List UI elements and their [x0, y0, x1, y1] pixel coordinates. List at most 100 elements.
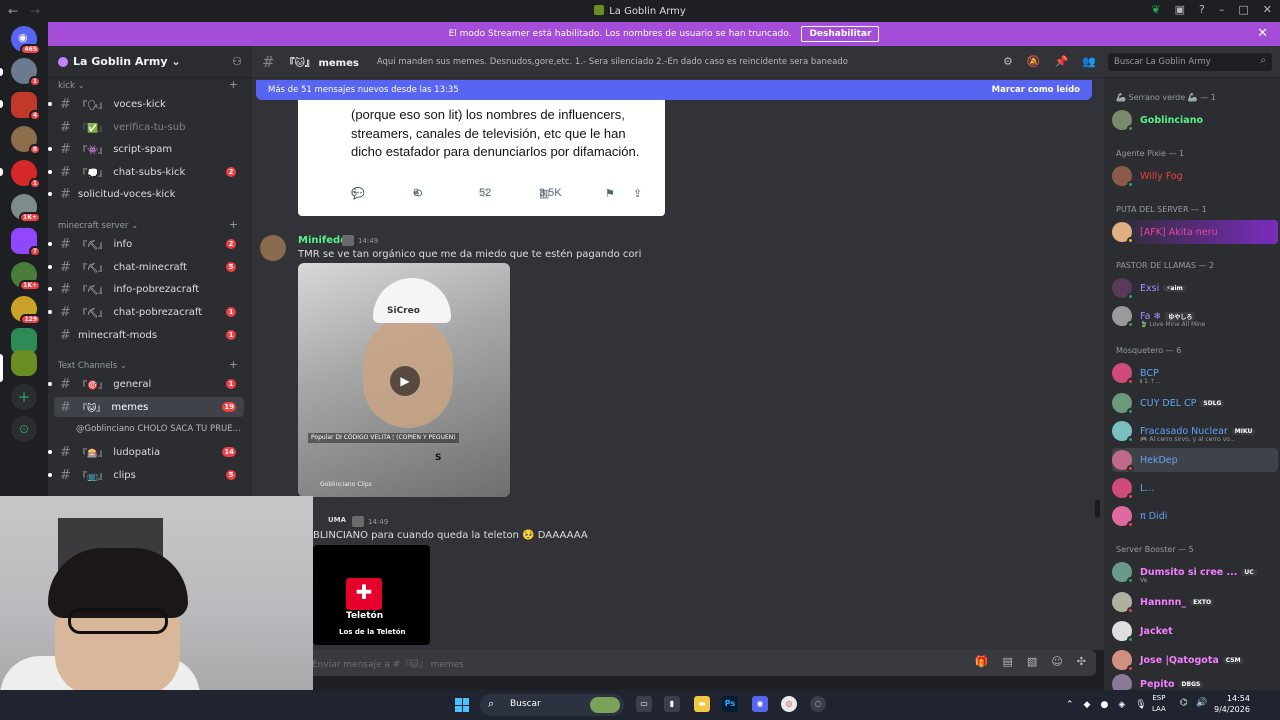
channel-memes[interactable]: # 『🐱』 memes 19 — [54, 397, 244, 417]
chrome-icon[interactable]: ◎ — [781, 696, 797, 712]
member-item[interactable]: CUY DEL CP SDLG — [1112, 391, 1278, 415]
explore-icon[interactable]: ⊙ — [11, 416, 37, 442]
task-view-icon[interactable]: ▭ — [636, 696, 652, 712]
server-icon-5[interactable]: 1K+ — [11, 194, 41, 223]
help-icon[interactable]: ? — [1199, 3, 1205, 16]
channel-chat-minecraft[interactable]: # 『⛏』 chat-minecraft 5 — [48, 257, 244, 277]
video-attachment[interactable]: SiCreo ▶ Popular DI CÓDIGO VELITA 🕯 (COP… — [298, 263, 510, 497]
channel-general[interactable]: # 『🎯』 general 1 — [48, 374, 244, 394]
threads-icon[interactable]: ⚙ — [1003, 55, 1013, 68]
channel-script-spam[interactable]: # 『👾』 script-spam — [48, 139, 244, 159]
banner-close-icon[interactable]: ✕ — [1257, 26, 1268, 41]
channel-verifica-tu-sub[interactable]: # 『✅』 verifica-tu-sub — [54, 117, 244, 137]
mute-bell-icon[interactable]: 🔕 — [1027, 55, 1041, 68]
server-icon-8[interactable]: 129 — [11, 296, 41, 325]
microphone-icon[interactable]: 🎙 — [1135, 700, 1146, 710]
add-channel-icon[interactable]: + — [229, 218, 238, 231]
member-item[interactable]: Exsi ⚡aim — [1112, 276, 1278, 300]
server-icon-2[interactable]: 4 — [11, 92, 41, 121]
member-item[interactable]: Hannnn_ EXTO — [1112, 590, 1278, 614]
taskbar-clock[interactable]: 14:54 9/4/2026 — [1214, 693, 1250, 715]
message-input[interactable]: Enviar mensaje a #『🐱』 memes 🎁 ▤ ▧ ☺ ✣ — [300, 650, 1096, 676]
member-item[interactable]: BCP ℹ 1 ↑... — [1112, 361, 1278, 385]
windows-start-icon[interactable] — [455, 698, 469, 712]
channel-info[interactable]: # 『⛏』 info 2 — [48, 234, 244, 254]
photoshop-icon[interactable]: Ps — [722, 696, 738, 712]
emoji-icon[interactable]: ☺ — [1051, 655, 1062, 668]
server-icon-3[interactable]: 8 — [11, 126, 41, 155]
language-indicator[interactable]: ESP LAA — [1152, 693, 1166, 715]
channel-clips[interactable]: # 『📺』 clips 5 — [48, 465, 244, 485]
close-window-icon[interactable]: ✕ — [1263, 3, 1272, 16]
member-item[interactable]: Fracasado Nuclear MIKU 🎮 Al cerro sirvo, y… — [1112, 419, 1278, 443]
category-text-channels[interactable]: Text Channels ⌄ + — [58, 358, 238, 371]
server-header[interactable]: La Goblin Army ⌄ ⚇ — [48, 46, 252, 78]
server-icon-7[interactable]: 1K+ — [11, 262, 41, 291]
share-icon[interactable]: ⇪ — [633, 187, 642, 200]
member-list-icon[interactable]: 👥 — [1082, 55, 1096, 68]
member-item[interactable]: Dumsito si cree ... UC Ve — [1112, 560, 1278, 584]
disable-streamer-button[interactable]: Deshabilitar — [801, 26, 880, 42]
add-server-icon[interactable]: + — [11, 384, 37, 410]
thread-item[interactable]: @Goblinciano CHOLO SACA TU PRUE... — [76, 424, 241, 434]
app-icon[interactable]: ▮ — [664, 696, 680, 712]
member-item[interactable]: HekDep — [1112, 448, 1278, 472]
network-icon[interactable]: ⌬ — [1180, 698, 1188, 708]
category-kick[interactable]: kick ⌄ + — [58, 78, 238, 91]
file-explorer-icon[interactable]: ▬ — [694, 696, 710, 712]
channel-info-pobrezacraft[interactable]: # 『⛏』 info-pobrezacraft — [48, 279, 244, 299]
avatar[interactable] — [260, 235, 286, 261]
gift-icon[interactable]: 🎁 — [975, 655, 989, 668]
goblin-army-server-icon[interactable] — [11, 350, 37, 376]
channel-topic[interactable]: Aqui manden sus memes. Desnudos,gore,etc… — [377, 57, 848, 67]
member-item[interactable]: Pepito DBGS — [1112, 672, 1278, 690]
category-minecraft-server[interactable]: minecraft server ⌄ + — [58, 218, 238, 231]
app-icon[interactable]: ◌ — [810, 696, 826, 712]
twitch-server-icon[interactable]: 7 — [11, 228, 41, 257]
tweet-embed[interactable]: (porque eso son lit) los nombres de infl… — [298, 100, 665, 216]
leaf-icon[interactable]: ❦ — [1151, 3, 1160, 16]
server-icon-1[interactable]: 1 — [11, 58, 41, 87]
channel-minecraft-mods[interactable]: # minecraft-mods 1 — [54, 325, 244, 345]
home-discord-icon[interactable]: ◉ 465 — [11, 26, 41, 55]
inbox-icon[interactable]: ▣ — [1175, 3, 1185, 16]
message-author[interactable]: Minifedo — [298, 235, 347, 246]
bookmark-icon[interactable]: ⚑ — [605, 187, 615, 200]
member-item[interactable]: [AFK] Akita neru — [1112, 220, 1278, 244]
gif-icon[interactable]: ▤ — [1003, 655, 1013, 668]
tray-app-icon[interactable]: ● — [1100, 700, 1108, 710]
add-channel-icon[interactable]: + — [229, 358, 238, 371]
add-channel-icon[interactable]: + — [229, 78, 238, 91]
channel-chat-pobrezacraft[interactable]: # 『⛏』 chat-pobrezacraft 1 — [48, 302, 244, 322]
volume-icon[interactable]: 🔊 — [1196, 698, 1207, 708]
tray-expand-icon[interactable]: ⌃ — [1066, 700, 1074, 710]
sticker-icon[interactable]: ▧ — [1027, 655, 1037, 668]
minimize-icon[interactable]: – — [1219, 3, 1225, 16]
taskbar-search[interactable]: ⌕ Buscar — [480, 694, 624, 716]
member-item[interactable]: Jacket — [1112, 619, 1278, 643]
image-attachment[interactable]: ✚ Teletón Los de la Teletón — [313, 545, 430, 645]
member-item[interactable]: L... — [1112, 476, 1278, 500]
play-icon[interactable]: ▶ — [390, 366, 420, 396]
tray-app-icon[interactable]: ◈ — [1118, 700, 1125, 710]
discord-taskbar-icon[interactable]: ◉ — [752, 696, 768, 712]
member-item[interactable]: Goblinciano — [1112, 108, 1278, 132]
channel-ludopatia[interactable]: # 『🎰』 ludopatia 14 — [48, 442, 244, 462]
new-messages-bar[interactable]: Más de 51 mensajes nuevos desde las 13:3… — [256, 80, 1092, 100]
invite-icon[interactable]: ⚇ — [232, 55, 242, 68]
chat-scrollbar[interactable] — [1095, 500, 1100, 518]
server-search-input[interactable]: Buscar La Goblin Army ⌕ — [1108, 53, 1272, 71]
channel-solicitud-voces-kick[interactable]: # solicitud-voces-kick — [48, 184, 244, 204]
member-item[interactable]: Fa ❄ ゆやしろ 🍃 Love Mine All Mine — [1112, 304, 1278, 328]
pin-icon[interactable]: 📌 — [1055, 55, 1069, 68]
member-item[interactable]: Jose |Qatogota CSM — [1112, 648, 1278, 672]
mark-as-read-button[interactable]: Marcar como leído — [992, 85, 1080, 95]
tray-app-icon[interactable]: ◆ — [1084, 700, 1091, 710]
channel-voces-kick[interactable]: # 『🗣』 voces-kick — [48, 94, 244, 114]
server-icon-4[interactable]: 1 — [11, 160, 41, 189]
maximize-icon[interactable]: □ — [1238, 3, 1248, 16]
member-item[interactable]: Willy Fog — [1112, 164, 1278, 188]
channel-chat-subs-kick[interactable]: # 『💭』 chat-subs-kick 2 — [48, 162, 244, 182]
member-item[interactable]: π Didi — [1112, 504, 1278, 528]
message-author[interactable]: UMA — [328, 516, 346, 524]
